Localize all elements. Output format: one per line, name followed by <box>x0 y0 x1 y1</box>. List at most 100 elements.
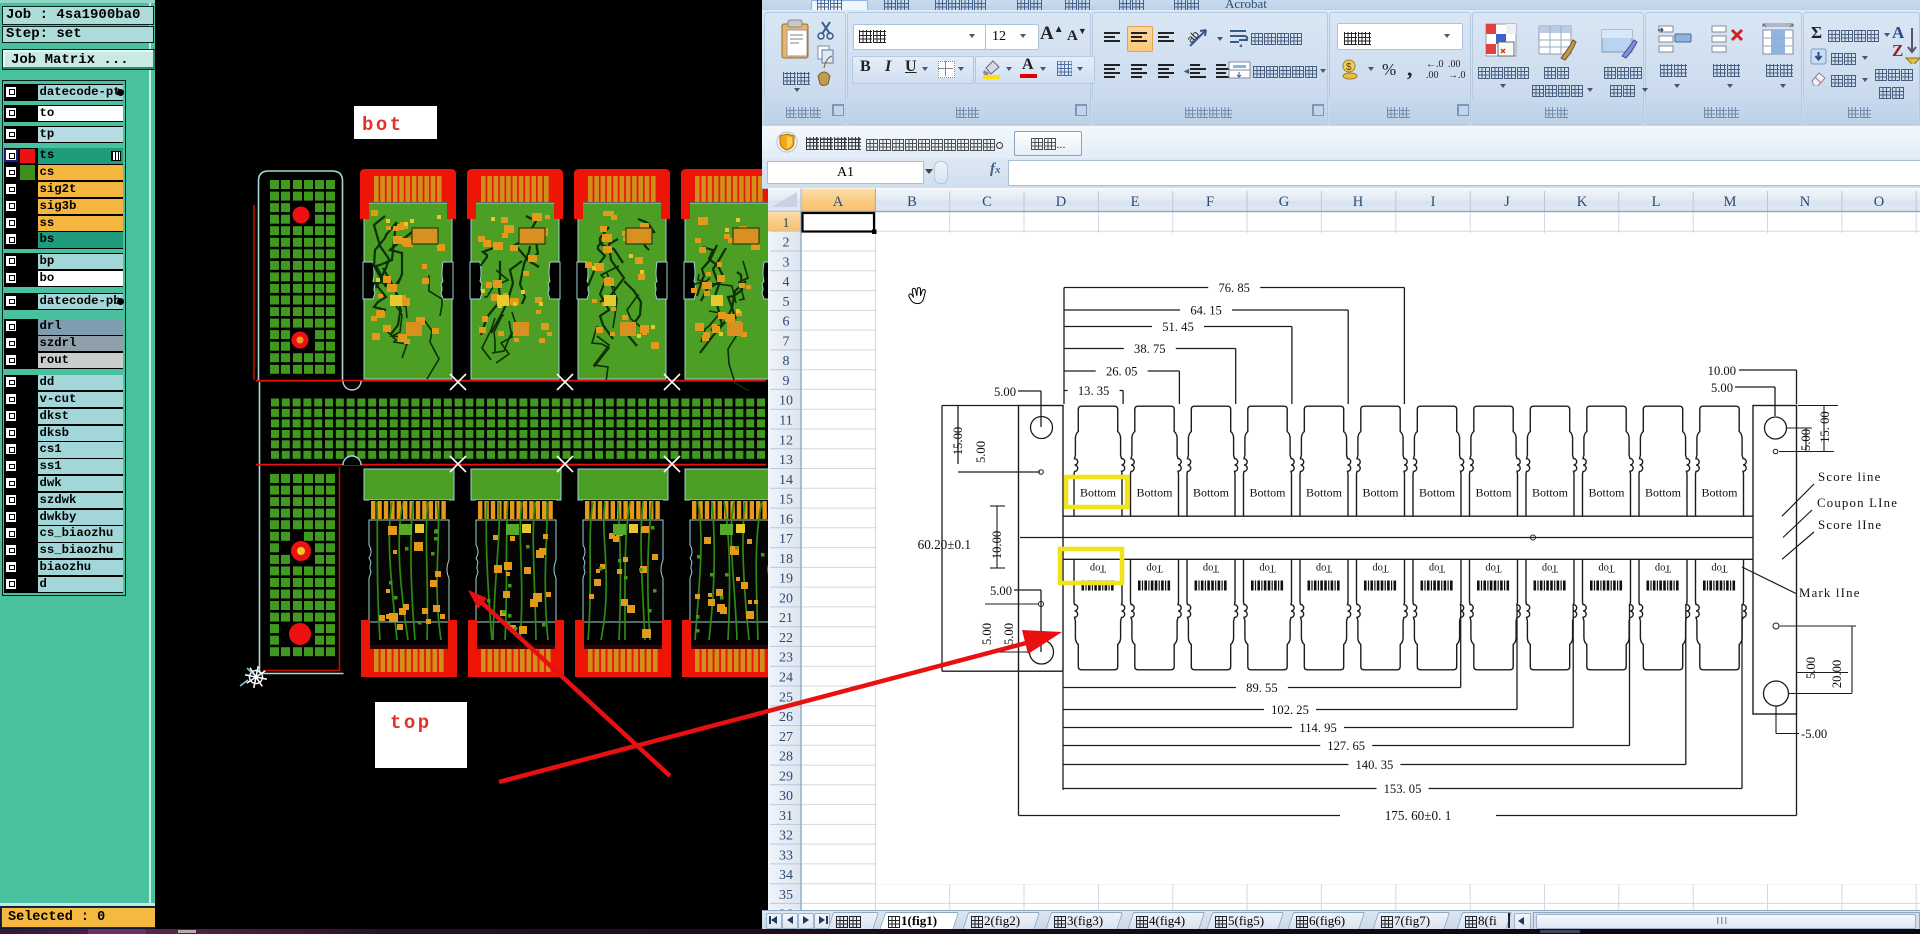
svg-text:15: 15 <box>779 493 793 508</box>
svg-text:Bottom: Bottom <box>1249 486 1286 500</box>
svg-text:31: 31 <box>779 809 793 824</box>
svg-text:Bottom: Bottom <box>1193 486 1230 500</box>
svg-text:16: 16 <box>779 512 793 527</box>
svg-text:ab: ab <box>1186 29 1202 46</box>
svg-text:Top: Top <box>1146 563 1162 574</box>
svg-text:Bottom: Bottom <box>1136 486 1173 500</box>
svg-text:L: L <box>1652 194 1661 210</box>
svg-text:Score line: Score line <box>1818 470 1882 484</box>
svg-text:24: 24 <box>779 671 793 686</box>
svg-text:Top: Top <box>1259 563 1275 574</box>
svg-text:17: 17 <box>779 532 793 547</box>
svg-text:4: 4 <box>783 275 790 290</box>
svg-text:25: 25 <box>779 690 793 705</box>
svg-text:13: 13 <box>779 453 793 468</box>
svg-text:N: N <box>1800 194 1811 210</box>
svg-text:E: E <box>1131 194 1140 210</box>
svg-text:20: 20 <box>779 591 793 606</box>
svg-text:5.00: 5.00 <box>1804 657 1818 679</box>
svg-text:Top: Top <box>1711 563 1727 574</box>
svg-text:5.00: 5.00 <box>1002 623 1016 645</box>
svg-text:34: 34 <box>779 868 793 883</box>
svg-text:B: B <box>907 194 917 210</box>
svg-text:Top: Top <box>1203 563 1219 574</box>
svg-text:9: 9 <box>783 374 790 389</box>
svg-text:30: 30 <box>779 789 793 804</box>
svg-text:$: $ <box>1346 62 1352 73</box>
svg-text:Top: Top <box>1372 563 1388 574</box>
svg-text:Top: Top <box>1429 563 1445 574</box>
svg-text:Z: Z <box>1892 41 1903 60</box>
svg-text:33: 33 <box>779 848 793 863</box>
svg-text:14: 14 <box>779 473 793 488</box>
svg-text:5.00: 5.00 <box>994 385 1016 399</box>
svg-text:10.00: 10.00 <box>1708 364 1736 378</box>
svg-text:38. 75: 38. 75 <box>1134 342 1165 356</box>
svg-text:12: 12 <box>779 433 793 448</box>
svg-text:10: 10 <box>779 394 793 409</box>
svg-text:175. 60±0. 1: 175. 60±0. 1 <box>1385 808 1452 823</box>
svg-text:M: M <box>1724 194 1737 210</box>
svg-text:89. 55: 89. 55 <box>1246 681 1277 695</box>
svg-text:Top: Top <box>1485 563 1501 574</box>
svg-text:Bottom: Bottom <box>1080 486 1117 500</box>
svg-text:26. 05: 26. 05 <box>1106 365 1137 379</box>
svg-text:21: 21 <box>779 611 793 626</box>
svg-text:Bottom: Bottom <box>1419 486 1456 500</box>
svg-text:76. 85: 76. 85 <box>1218 281 1249 295</box>
svg-text:114. 95: 114. 95 <box>1299 721 1336 735</box>
svg-text:Mark lIne: Mark lIne <box>1799 586 1861 600</box>
svg-text:29: 29 <box>779 769 793 784</box>
svg-text:5.00: 5.00 <box>990 584 1012 598</box>
svg-text:-5.00: -5.00 <box>1801 727 1827 741</box>
svg-text:I: I <box>1431 194 1436 210</box>
svg-text:13. 35: 13. 35 <box>1078 384 1109 398</box>
svg-text:28: 28 <box>779 750 793 765</box>
svg-text:K: K <box>1577 194 1588 210</box>
svg-text:Bottom: Bottom <box>1475 486 1512 500</box>
svg-text:Bottom: Bottom <box>1645 486 1682 500</box>
svg-text:H: H <box>1353 194 1364 210</box>
svg-text:Score lIne: Score lIne <box>1818 518 1882 532</box>
svg-text:J: J <box>1504 194 1510 210</box>
svg-text:18: 18 <box>779 552 793 567</box>
svg-text:Top: Top <box>1316 563 1332 574</box>
svg-text:2: 2 <box>783 236 790 251</box>
svg-text:G: G <box>1279 194 1290 210</box>
svg-text:Top: Top <box>1655 563 1671 574</box>
svg-text:19: 19 <box>779 572 793 587</box>
svg-text:5.00: 5.00 <box>980 623 994 645</box>
svg-text:Top: Top <box>1598 563 1614 574</box>
svg-text:20.00: 20.00 <box>1830 660 1844 688</box>
svg-text:Bottom: Bottom <box>1532 486 1569 500</box>
svg-text:O: O <box>1874 194 1884 210</box>
svg-text:6: 6 <box>783 315 790 330</box>
svg-text:Bottom: Bottom <box>1588 486 1625 500</box>
svg-text:top: top <box>390 712 432 734</box>
svg-text:Top: Top <box>1542 563 1558 574</box>
svg-text:Bottom: Bottom <box>1306 486 1343 500</box>
svg-text:Bottom: Bottom <box>1362 486 1399 500</box>
svg-text:140. 35: 140. 35 <box>1356 758 1394 772</box>
svg-text:153. 05: 153. 05 <box>1384 782 1422 796</box>
svg-text:D: D <box>1056 194 1066 210</box>
svg-text:Coupon LIne: Coupon LIne <box>1817 496 1898 510</box>
svg-text:bot: bot <box>362 114 404 136</box>
svg-text:127. 65: 127. 65 <box>1327 739 1365 753</box>
svg-text:102. 25: 102. 25 <box>1271 703 1309 717</box>
svg-text:5.00: 5.00 <box>1711 381 1733 395</box>
svg-text:32: 32 <box>779 829 793 844</box>
svg-text:Top: Top <box>1090 563 1106 574</box>
svg-text:15. 00: 15. 00 <box>1818 411 1832 442</box>
svg-text:8: 8 <box>783 354 790 369</box>
svg-text:64. 15: 64. 15 <box>1190 304 1221 318</box>
svg-text:27: 27 <box>779 730 793 745</box>
svg-text:26: 26 <box>779 710 793 725</box>
svg-text:11: 11 <box>779 414 792 429</box>
svg-text:5: 5 <box>783 295 790 310</box>
svg-text:C: C <box>982 194 992 210</box>
svg-text:5.00: 5.00 <box>974 441 988 463</box>
svg-text:22: 22 <box>779 631 793 646</box>
svg-text:A: A <box>1892 23 1905 42</box>
svg-text:51. 45: 51. 45 <box>1162 320 1193 334</box>
